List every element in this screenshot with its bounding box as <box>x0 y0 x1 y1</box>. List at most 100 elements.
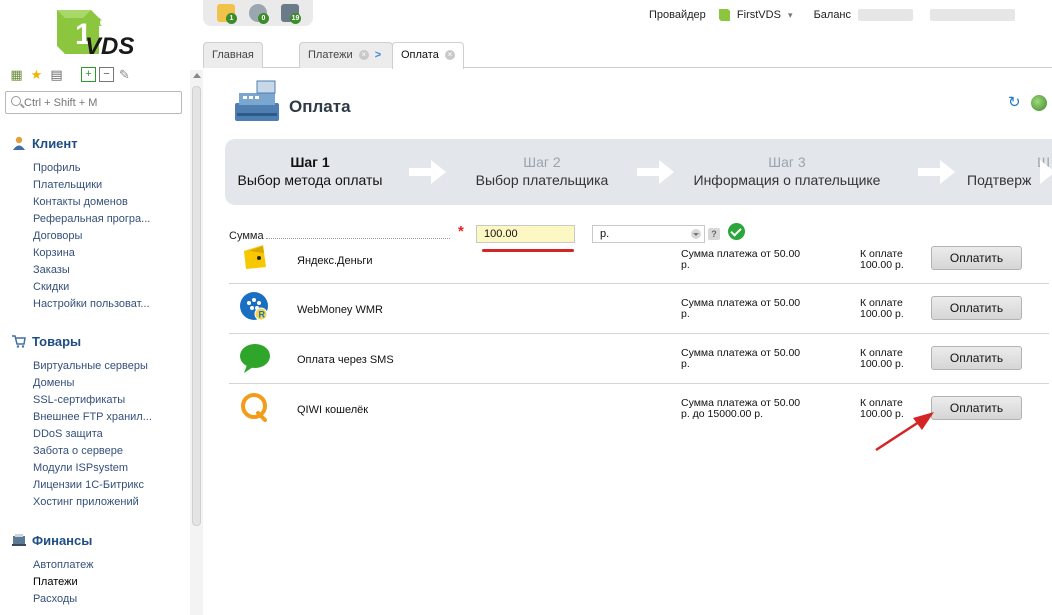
sidebar-item-profile[interactable]: Профиль <box>33 160 150 177</box>
yandex-money-icon <box>244 245 266 269</box>
provider-name[interactable]: FirstVDS <box>737 9 781 21</box>
provider-dropdown-icon[interactable]: ▾ <box>788 10 793 21</box>
sidebar-item-referral[interactable]: Реферальная програ... <box>33 211 150 228</box>
sidebar-item-discounts[interactable]: Скидки <box>33 279 150 296</box>
method-limit-note: Сумма платежа от 50.00 р. <box>681 347 801 370</box>
currency-value: р. <box>600 228 610 240</box>
globe-icon[interactable] <box>1031 95 1047 111</box>
sidebar-item-orders[interactable]: Заказы <box>33 262 150 279</box>
sidebar-item-contracts[interactable]: Договоры <box>33 228 150 245</box>
wizard-step-2[interactable]: Шаг 2 Выбор плательщика <box>457 139 627 205</box>
payment-method-row: R WebMoney WMR Сумма платежа от 50.00 р. … <box>229 284 1049 334</box>
sidebar-item-1c-bitrix[interactable]: Лицензии 1С-Битрикс <box>33 477 152 494</box>
payment-method-row: Оплата через SMS Сумма платежа от 50.00 р… <box>229 334 1049 384</box>
close-icon[interactable]: × <box>358 50 369 61</box>
step-4-label: Подтверж <box>967 172 1032 188</box>
collapse-all-icon[interactable]: − <box>99 67 114 82</box>
clipboard-icon[interactable]: ▤ <box>49 67 64 82</box>
search-input[interactable] <box>24 94 174 111</box>
svg-text:R: R <box>259 310 266 320</box>
sidebar-toolbar: ▦ ★ ▤ + − ✎ <box>9 67 189 87</box>
user-email-blurred[interactable] <box>930 9 1016 21</box>
sidebar-item-server-care[interactable]: Забота о сервере <box>33 443 152 460</box>
step-2-number: Шаг 2 <box>523 154 561 170</box>
notices-badge: 19 <box>290 13 301 24</box>
star-icon[interactable]: ★ <box>29 67 44 82</box>
support-icon[interactable]: 0 <box>249 4 269 24</box>
step-2-label: Выбор плательщика <box>475 172 609 188</box>
tab-home[interactable]: Главная <box>203 42 263 68</box>
payment-method-row: QIWI кошелёк Сумма платежа от 50.00 р. до… <box>229 384 1049 434</box>
sidebar-item-expenses[interactable]: Расходы <box>33 591 94 608</box>
balance-label: Баланс <box>813 9 852 21</box>
tab-payment[interactable]: Оплата × <box>392 42 464 69</box>
payment-wizard: Шаг 1 Выбор метода оплаты Шаг 2 Выбор пл… <box>225 139 1052 205</box>
provider-label: Провайдер <box>649 9 706 21</box>
method-name: Оплата через SMS <box>297 354 394 366</box>
step-1-label: Выбор метода оплаты <box>237 172 383 188</box>
pin-icon[interactable]: ✎ <box>117 67 132 82</box>
expand-all-icon[interactable]: + <box>81 67 96 82</box>
scroll-up-icon[interactable] <box>193 73 201 78</box>
sidebar-item-app-hosting[interactable]: Хостинг приложений <box>33 494 152 511</box>
close-icon[interactable]: × <box>444 50 455 61</box>
topbar: 1 0 19 Провайдер FirstVDS ▾ Баланс <box>203 0 1052 38</box>
tab-payment-label: Оплата <box>401 49 439 61</box>
notices-icon[interactable]: 19 <box>281 4 301 24</box>
method-limit-note: Сумма платежа от 50.00 р. <box>681 297 801 320</box>
step-arrow-icon <box>637 160 674 184</box>
check-icon <box>728 223 745 240</box>
sum-dotted-leader <box>266 238 450 239</box>
tickets-badge: 1 <box>226 13 237 24</box>
logo-text: VDS <box>85 33 134 60</box>
breadcrumb-separator: > <box>374 49 382 61</box>
sidebar-search[interactable] <box>5 91 182 114</box>
finance-icon <box>12 533 28 547</box>
tickets-icon[interactable]: 1 <box>217 4 237 24</box>
tab-payments[interactable]: Платежи × > <box>299 42 394 68</box>
search-icon <box>11 96 21 106</box>
sms-bubble-icon <box>240 344 270 373</box>
tree-icon[interactable]: ▦ <box>9 67 24 82</box>
method-amount-due: К оплате 100.00 р. <box>860 248 904 271</box>
notification-icons: 1 0 19 <box>203 0 313 26</box>
sidebar-item-domains[interactable]: Домены <box>33 375 152 392</box>
pay-button[interactable]: Оплатить <box>931 346 1022 370</box>
sidebar-scrollbar[interactable] <box>190 70 203 615</box>
chevron-down-icon[interactable] <box>691 229 701 239</box>
tab-home-label: Главная <box>212 49 254 61</box>
support-badge: 0 <box>258 13 269 24</box>
method-limit-note: Сумма платежа от 50.00 р. <box>681 248 801 271</box>
sidebar-item-ddos[interactable]: DDoS защита <box>33 426 152 443</box>
method-amount-due: К оплате 100.00 р. <box>860 297 904 320</box>
products-menu: Виртуальные серверы Домены SSL-сертифика… <box>33 358 152 511</box>
sidebar-item-payments[interactable]: Платежи <box>33 574 94 591</box>
user-icon <box>12 136 28 150</box>
method-name: WebMoney WMR <box>297 304 383 316</box>
help-icon[interactable]: ? <box>708 228 720 240</box>
sidebar-item-autopay[interactable]: Автоплатеж <box>33 557 94 574</box>
cash-register-icon <box>235 80 279 121</box>
refresh-icon[interactable]: ↻ <box>1008 95 1022 110</box>
sidebar-item-user-settings[interactable]: Настройки пользоват... <box>33 296 150 313</box>
wizard-step-3[interactable]: Шаг 3 Информация о плательщике <box>687 139 887 205</box>
currency-select[interactable]: р. <box>592 225 705 243</box>
firstvds-logo[interactable]: 1 st VDS <box>47 4 142 62</box>
sidebar-item-payers[interactable]: Плательщики <box>33 177 150 194</box>
webmoney-icon: R <box>240 292 268 321</box>
pay-button[interactable]: Оплатить <box>931 246 1022 270</box>
tab-payments-label: Платежи <box>308 49 353 61</box>
sidebar-item-domain-contacts[interactable]: Контакты доменов <box>33 194 150 211</box>
sum-input[interactable] <box>476 225 575 243</box>
sidebar-item-ftp[interactable]: Внешнее FTP хранил... <box>33 409 152 426</box>
step-arrow-icon <box>918 160 955 184</box>
sidebar-item-vps[interactable]: Виртуальные серверы <box>33 358 152 375</box>
sidebar-item-ssl[interactable]: SSL-сертификаты <box>33 392 152 409</box>
pay-button[interactable]: Оплатить <box>931 396 1022 420</box>
section-client-title: Клиент <box>32 136 78 151</box>
wizard-step-1[interactable]: Шаг 1 Выбор метода оплаты <box>225 139 395 205</box>
pay-button[interactable]: Оплатить <box>931 296 1022 320</box>
sidebar-item-ispsystem[interactable]: Модули ISPsystem <box>33 460 152 477</box>
scroll-thumb[interactable] <box>192 86 201 526</box>
sidebar-item-cart[interactable]: Корзина <box>33 245 150 262</box>
